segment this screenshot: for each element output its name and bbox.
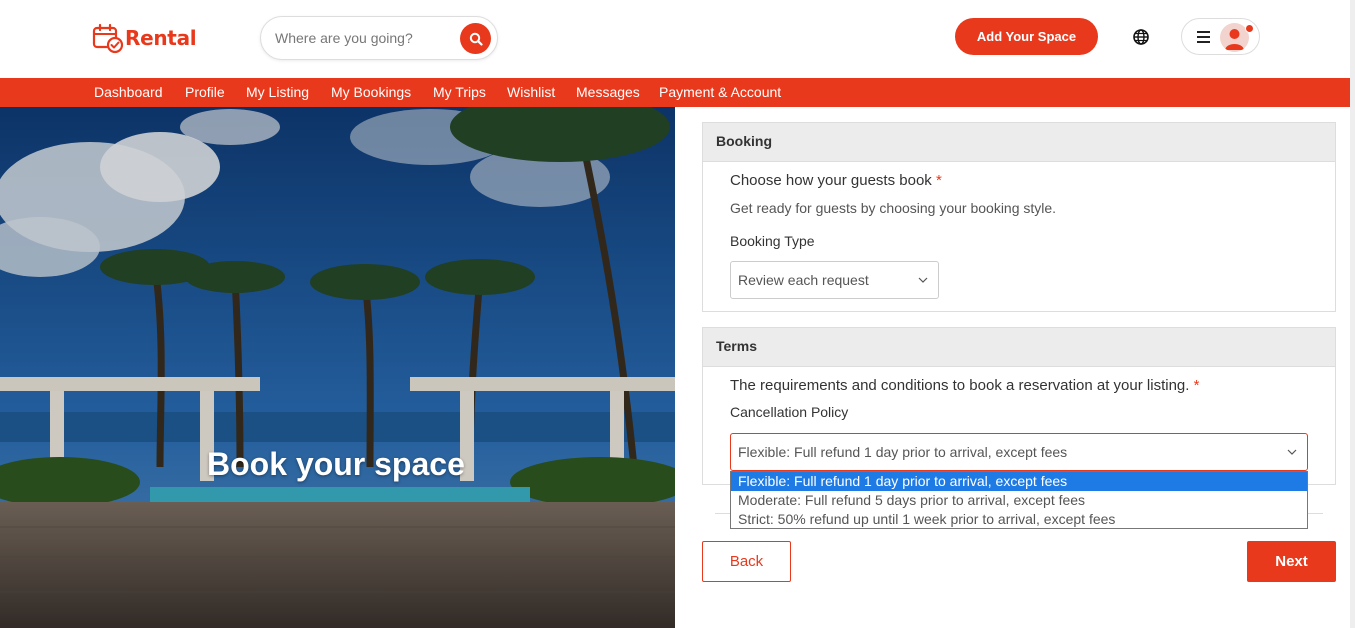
booking-section: Booking Choose how your guests book * Ge…: [702, 122, 1336, 312]
next-button[interactable]: Next: [1247, 541, 1336, 582]
nav-messages[interactable]: Messages: [576, 84, 640, 100]
booking-question: Choose how your guests book *: [730, 172, 942, 189]
required-mark: *: [1193, 377, 1200, 394]
booking-type-value: Review each request: [738, 272, 869, 288]
cancellation-policy-select[interactable]: Flexible: Full refund 1 day prior to arr…: [730, 433, 1308, 471]
booking-question-text: Choose how your guests book: [730, 172, 932, 189]
page-scrollbar[interactable]: [1350, 0, 1355, 628]
required-mark: *: [935, 172, 942, 189]
cancellation-policy-label: Cancellation Policy: [730, 404, 849, 420]
add-your-space-button[interactable]: Add Your Space: [955, 18, 1098, 55]
policy-option-moderate[interactable]: Moderate: Full refund 5 days prior to ar…: [731, 491, 1307, 510]
header: Rental Add Your Space: [0, 0, 1355, 78]
user-menu-button[interactable]: [1181, 18, 1260, 55]
brand-name: Rental: [125, 26, 197, 50]
search-icon: [469, 32, 483, 46]
booking-subtitle: Get ready for guests by choosing your bo…: [730, 200, 1057, 216]
search-input[interactable]: [275, 28, 455, 48]
main-nav: Dashboard Profile My Listing My Bookings…: [0, 78, 1350, 107]
chevron-down-icon: [918, 277, 928, 283]
terms-section: Terms The requirements and conditions to…: [702, 327, 1336, 485]
booking-section-title: Booking: [703, 123, 1335, 162]
nav-my-bookings[interactable]: My Bookings: [331, 84, 411, 100]
nav-wishlist[interactable]: Wishlist: [507, 84, 555, 100]
hero-title: Book your space: [207, 446, 465, 482]
logo[interactable]: Rental: [92, 22, 197, 54]
chevron-down-icon: [1287, 449, 1297, 455]
policy-option-flexible[interactable]: Flexible: Full refund 1 day prior to arr…: [731, 472, 1307, 491]
globe-icon[interactable]: [1132, 28, 1150, 46]
nav-dashboard[interactable]: Dashboard: [94, 84, 163, 100]
hamburger-icon: [1197, 31, 1210, 43]
search-button[interactable]: [460, 23, 491, 54]
terms-section-title: Terms: [703, 328, 1335, 367]
search-bar: [260, 16, 498, 60]
policy-option-strict[interactable]: Strict: 50% refund up until 1 week prior…: [731, 510, 1307, 529]
cancellation-policy-options: Flexible: Full refund 1 day prior to arr…: [730, 471, 1308, 529]
hero-image: Book your space: [0, 107, 675, 628]
calendar-check-icon: [92, 23, 124, 54]
nav-my-trips[interactable]: My Trips: [433, 84, 486, 100]
nav-my-listing[interactable]: My Listing: [246, 84, 309, 100]
booking-type-label: Booking Type: [730, 233, 815, 249]
terms-question: The requirements and conditions to book …: [730, 377, 1199, 394]
booking-type-select[interactable]: Review each request: [730, 261, 939, 299]
cancellation-policy-value: Flexible: Full refund 1 day prior to arr…: [738, 444, 1068, 460]
resort-photo: [0, 107, 675, 628]
back-button[interactable]: Back: [702, 541, 791, 582]
terms-question-text: The requirements and conditions to book …: [730, 377, 1190, 394]
notification-dot: [1245, 24, 1254, 33]
nav-payment-account[interactable]: Payment & Account: [659, 84, 781, 100]
nav-profile[interactable]: Profile: [185, 84, 225, 100]
